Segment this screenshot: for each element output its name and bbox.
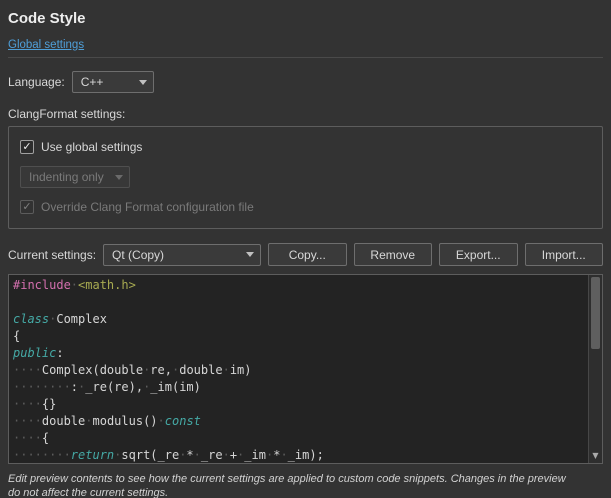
code-line: ····Complex(double·re,·double·im) <box>13 362 586 379</box>
code-line: { <box>13 328 586 345</box>
chevron-down-icon <box>246 252 254 257</box>
code-preview-editor[interactable]: #include·<math.h>class·Complex{public:··… <box>8 274 603 464</box>
current-settings-select[interactable]: Qt (Copy) <box>103 244 261 266</box>
footer-note-line2: do not affect the current settings. <box>8 486 603 498</box>
use-global-settings-label: Use global settings <box>41 140 142 154</box>
override-clangformat-label: Override Clang Format configuration file <box>41 200 254 214</box>
code-line: ····{} <box>13 396 586 413</box>
import-button[interactable]: Import... <box>525 243 603 266</box>
page-title: Code Style <box>8 10 603 27</box>
export-button[interactable]: Export... <box>439 243 517 266</box>
code-line: ····{ <box>13 430 586 447</box>
clangformat-mode-select: Indenting only <box>20 166 130 188</box>
scroll-down-arrow-icon[interactable]: ▼ <box>589 450 602 462</box>
code-style-pane: Code Style Global settings Language: C++… <box>0 0 611 498</box>
code-line: ········:·_re(re),·_im(im) <box>13 379 586 396</box>
clangformat-groupbox: Use global settings Indenting only Overr… <box>8 126 603 229</box>
divider <box>8 57 603 58</box>
code-line <box>13 294 586 311</box>
code-line: #include·<math.h> <box>13 277 586 294</box>
scrollbar-thumb[interactable] <box>591 277 600 349</box>
language-row: Language: C++ <box>8 71 603 93</box>
current-settings-row: Current settings: Qt (Copy) Copy... Remo… <box>8 243 603 266</box>
code-line: public: <box>13 345 586 362</box>
footer-note-line1: Edit preview contents to see how the cur… <box>8 472 603 486</box>
clangformat-mode-value: Indenting only <box>29 170 104 184</box>
current-settings-label: Current settings: <box>8 248 96 262</box>
use-global-settings-checkbox[interactable]: Use global settings <box>20 140 591 154</box>
current-settings-value: Qt (Copy) <box>112 248 164 262</box>
code-line: ········return·sqrt(_re·*·_re·+·_im·*·_i… <box>13 447 586 463</box>
code-line: ····double·modulus()·const <box>13 413 586 430</box>
code-editor-content[interactable]: #include·<math.h>class·Complex{public:··… <box>13 277 586 463</box>
footer-note: Edit preview contents to see how the cur… <box>8 472 603 498</box>
clangformat-settings-label: ClangFormat settings: <box>8 107 603 121</box>
vertical-scrollbar[interactable]: ▼ <box>588 275 602 463</box>
checkbox-check-icon <box>20 200 34 214</box>
language-label: Language: <box>8 75 65 89</box>
copy-button[interactable]: Copy... <box>268 243 346 266</box>
override-clangformat-checkbox: Override Clang Format configuration file <box>20 200 591 214</box>
chevron-down-icon <box>115 175 123 180</box>
language-value: C++ <box>81 75 104 89</box>
chevron-down-icon <box>139 80 147 85</box>
remove-button[interactable]: Remove <box>354 243 432 266</box>
checkbox-check-icon <box>20 140 34 154</box>
code-line: class·Complex <box>13 311 586 328</box>
language-select[interactable]: C++ <box>72 71 154 93</box>
global-settings-link[interactable]: Global settings <box>8 39 84 51</box>
